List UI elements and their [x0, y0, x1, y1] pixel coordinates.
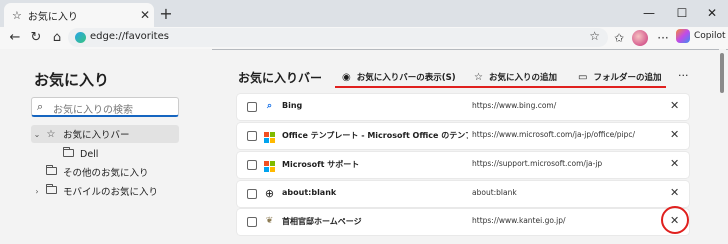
tree-item-favorites-bar[interactable]: ⌄ ☆ お気に入りバー — [31, 125, 179, 143]
scrollbar-thumb[interactable] — [720, 53, 724, 93]
eye-icon: ◉ — [342, 71, 351, 83]
favorites-page: お気に入り ⌕ お気に入りの検索 ⌄ ☆ お気に入りバー Dell その他のお気… — [0, 49, 728, 244]
favorite-url: about:blank — [472, 188, 517, 197]
table-row[interactable]: ⊕ about:blank about:blank ✕ — [237, 181, 689, 207]
star-add-icon: ☆ — [474, 71, 483, 83]
delete-icon[interactable]: ✕ — [670, 99, 679, 112]
tab-close-icon[interactable]: ✕ — [136, 8, 154, 22]
chevron-right-icon[interactable]: › — [31, 187, 43, 196]
page-title: お気に入り — [34, 71, 110, 89]
delete-icon[interactable]: ✕ — [670, 128, 679, 141]
more-menu-button[interactable]: ··· — [654, 30, 672, 46]
tree-item-label: その他のお気に入り — [63, 168, 149, 179]
minimize-button[interactable]: — — [634, 3, 664, 23]
browser-toolbar: ← ↻ ⌂ edge://favorites ☆ ✩ ··· Copilot — [0, 27, 728, 49]
favorite-name[interactable]: Microsoft サポート — [282, 159, 468, 170]
favorites-tab-icon: ☆ — [12, 8, 22, 22]
search-icon: ⌕ — [37, 100, 44, 113]
scrollbar[interactable] — [719, 49, 726, 244]
favorite-name[interactable]: Office テンプレート - Microsoft Office のテンプレート… — [282, 130, 468, 141]
tree-item-label: モバイルのお気に入り — [63, 187, 159, 198]
microsoft-logo-icon — [263, 158, 276, 172]
row-checkbox[interactable] — [247, 131, 257, 141]
copilot-label: Copilot — [694, 31, 726, 41]
add-favorite-button[interactable]: ☆ お気に入りの追加 — [474, 71, 557, 84]
folder-icon — [43, 183, 59, 197]
tree-item-label: お気に入りバー — [63, 130, 130, 141]
tab-title: お気に入り — [27, 11, 78, 23]
row-checkbox[interactable] — [247, 189, 257, 199]
star-icon: ☆ — [46, 128, 56, 140]
more-options-button[interactable]: ··· — [678, 69, 689, 82]
favorite-url: https://www.microsoft.com/ja-jp/office/p… — [472, 130, 635, 139]
favorite-url: https://www.bing.com/ — [472, 101, 557, 110]
chevron-down-icon[interactable]: ⌄ — [31, 130, 43, 139]
address-url[interactable]: edge://favorites — [90, 31, 169, 42]
maximize-button[interactable]: ☐ — [667, 3, 697, 23]
search-placeholder: お気に入りの検索 — [53, 105, 133, 116]
favorite-url: https://support.microsoft.com/ja-jp — [472, 159, 603, 168]
search-input[interactable]: ⌕ お気に入りの検索 — [31, 97, 179, 117]
globe-icon: ⊕ — [264, 187, 275, 200]
table-row[interactable]: Office テンプレート - Microsoft Office のテンプレート… — [237, 123, 689, 149]
home-button[interactable]: ⌂ — [48, 30, 66, 46]
delete-icon[interactable]: ✕ — [670, 186, 679, 199]
copilot-button[interactable]: Copilot — [676, 29, 726, 43]
command-label: フォルダーの追加 — [593, 73, 662, 83]
show-favorites-bar-button[interactable]: ◉ お気に入りバーの表示(S) — [342, 71, 456, 84]
copilot-icon — [676, 29, 690, 43]
tree-item-other-favorites[interactable]: その他のお気に入り — [43, 163, 178, 181]
delete-icon[interactable]: ✕ — [670, 157, 679, 170]
folder-icon — [60, 146, 76, 160]
tree-item-label: Dell — [80, 148, 99, 160]
folder-add-icon: ▭ — [578, 71, 588, 83]
delete-icon[interactable]: ✕ — [670, 214, 679, 227]
tree-item-dell[interactable]: Dell — [60, 145, 178, 163]
table-row[interactable]: ❦ 首相官邸ホームページ https://www.kantei.go.jp/ ✕ — [237, 206, 689, 235]
command-label: お気に入りバーの表示(S) — [356, 73, 456, 83]
row-checkbox[interactable] — [247, 102, 257, 112]
folder-icon — [43, 164, 59, 178]
folder-title: お気に入りバー — [238, 71, 323, 85]
bing-search-icon: ⌕ — [266, 101, 273, 111]
refresh-button[interactable]: ↻ — [27, 30, 45, 46]
favorite-url: https://www.kantei.go.jp/ — [472, 216, 566, 225]
favorites-hub-icon[interactable]: ✩ — [610, 30, 628, 46]
close-window-button[interactable]: ✕ — [697, 3, 727, 23]
tab-favorites[interactable]: ☆ お気に入り ✕ — [4, 3, 154, 27]
table-row[interactable]: Microsoft サポート https://support.microsoft… — [237, 152, 689, 178]
favorite-name[interactable]: about:blank — [282, 188, 468, 197]
add-favorite-star-icon[interactable]: ☆ — [589, 29, 600, 43]
favorites-main: お気に入りバー ◉ お気に入りバーの表示(S) ☆ お気に入りの追加 ▭ フォル… — [212, 49, 716, 244]
highlight-underline — [335, 86, 666, 88]
kantei-favicon-icon: ❦ — [265, 216, 274, 226]
table-row[interactable]: ⌕ Bing https://www.bing.com/ ✕ — [237, 94, 689, 120]
add-folder-button[interactable]: ▭ フォルダーの追加 — [578, 71, 662, 84]
new-tab-button[interactable]: + — [156, 5, 176, 23]
favorites-sidebar: お気に入り ⌕ お気に入りの検索 ⌄ ☆ お気に入りバー Dell その他のお気… — [0, 49, 212, 244]
profile-avatar[interactable] — [632, 30, 648, 46]
address-bar[interactable]: edge://favorites ☆ — [68, 28, 608, 47]
favorite-name[interactable]: Bing — [282, 101, 468, 110]
microsoft-logo-icon — [263, 129, 276, 143]
title-bar: ☆ お気に入り ✕ + — ☐ ✕ — [0, 0, 728, 27]
favorite-name[interactable]: 首相官邸ホームページ — [282, 216, 468, 227]
row-checkbox[interactable] — [247, 217, 257, 227]
command-label: お気に入りの追加 — [488, 73, 557, 83]
row-checkbox[interactable] — [247, 160, 257, 170]
back-button[interactable]: ← — [6, 30, 24, 46]
tree-item-mobile-favorites[interactable]: › モバイルのお気に入り — [31, 182, 179, 200]
edge-logo-icon — [75, 32, 86, 43]
